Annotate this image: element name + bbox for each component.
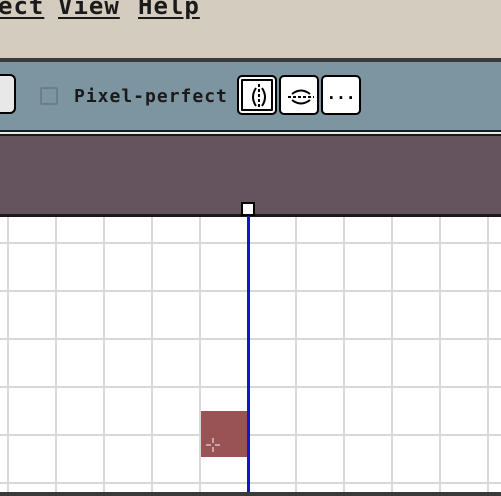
horizontal-symmetry-button[interactable] bbox=[279, 75, 319, 115]
more-options-button[interactable]: ... bbox=[321, 75, 361, 115]
more-options-label: ... bbox=[326, 84, 356, 103]
toolbar-divider-highlight bbox=[0, 132, 501, 134]
pixel-grid-canvas[interactable] bbox=[0, 217, 501, 496]
symmetry-axis-line[interactable] bbox=[247, 214, 250, 496]
vertical-symmetry-icon bbox=[252, 84, 266, 110]
pixel-perfect-label: Pixel-perfect bbox=[74, 86, 228, 107]
toolbar: Pixel-perfect ... bbox=[0, 62, 501, 130]
vertical-symmetry-button[interactable] bbox=[237, 75, 277, 115]
menu-bar: ect View Help bbox=[0, 0, 501, 58]
tool-button-partial[interactable] bbox=[0, 74, 16, 114]
symmetry-axis-handle[interactable] bbox=[241, 202, 255, 216]
bottom-border bbox=[0, 492, 501, 496]
menu-item-view[interactable]: View bbox=[58, 0, 120, 20]
menu-item-help[interactable]: Help bbox=[138, 0, 200, 20]
pixel-perfect-checkbox[interactable] bbox=[40, 87, 58, 105]
crosshair-cursor-icon bbox=[206, 438, 220, 452]
horizontal-symmetry-icon bbox=[288, 89, 314, 105]
menu-item-select[interactable]: ect bbox=[0, 0, 44, 20]
